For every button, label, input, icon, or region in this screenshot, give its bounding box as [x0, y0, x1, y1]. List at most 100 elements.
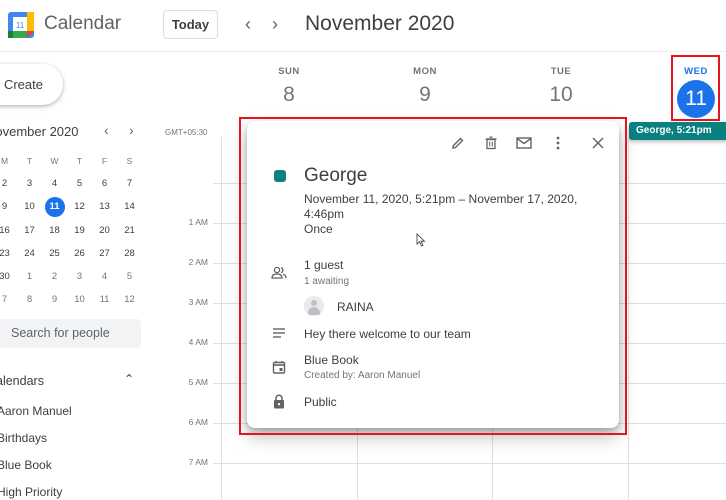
- mini-day[interactable]: 5: [67, 174, 92, 194]
- grid-column-divider: [221, 137, 222, 500]
- svg-text:11: 11: [16, 21, 25, 30]
- mini-day-number: 14: [124, 201, 135, 213]
- mini-day[interactable]: 9: [0, 197, 17, 217]
- mini-day[interactable]: 4: [92, 267, 117, 287]
- mini-week-row: 16 17 18 19 20 21: [0, 219, 142, 242]
- mini-day[interactable]: 30: [0, 267, 17, 287]
- mini-day[interactable]: 10: [17, 197, 42, 217]
- mini-week-row: 9 10 11 12 13 14: [0, 196, 142, 219]
- mini-prev-month-icon[interactable]: ‹: [104, 122, 109, 138]
- mini-day-number: 3: [26, 177, 33, 189]
- mini-day-number: 25: [49, 247, 60, 259]
- mini-day-number: 12: [124, 294, 135, 306]
- mini-day[interactable]: 10: [67, 290, 92, 310]
- hour-label: 1 AM: [188, 217, 208, 227]
- calendar-item[interactable]: Birthdays: [0, 431, 47, 445]
- day-header-sun[interactable]: SUN 8: [259, 66, 319, 107]
- mini-day[interactable]: 18: [42, 221, 67, 241]
- mini-day[interactable]: 13: [92, 197, 117, 217]
- hour-label: 2 AM: [188, 257, 208, 267]
- chevron-up-icon[interactable]: ⌃: [124, 372, 134, 386]
- mini-day-number: 6: [101, 177, 108, 189]
- mini-weekday-label: W: [50, 155, 59, 166]
- today-button[interactable]: Today: [163, 10, 218, 39]
- mini-day[interactable]: 17: [17, 221, 42, 241]
- timezone-label: GMT+05:30: [165, 128, 208, 137]
- mini-day[interactable]: 4: [42, 174, 67, 194]
- mini-day-number: 10: [24, 201, 35, 213]
- hour-label: 6 AM: [188, 417, 208, 427]
- mini-day[interactable]: 7: [117, 174, 142, 194]
- mini-day[interactable]: 9: [42, 290, 67, 310]
- mini-day-number: 11: [44, 197, 65, 218]
- day-header-mon[interactable]: MON 9: [395, 66, 455, 107]
- mini-day-number: 19: [74, 224, 85, 236]
- grid-column-divider: [628, 137, 629, 500]
- calendar-item[interactable]: High Priority: [0, 485, 62, 499]
- mini-day[interactable]: 23: [0, 244, 17, 264]
- hour-label: 7 AM: [188, 457, 208, 467]
- day-number[interactable]: 9: [395, 83, 455, 107]
- mini-day[interactable]: 2: [42, 267, 67, 287]
- my-calendars-heading[interactable]: alendars: [0, 374, 44, 388]
- mini-day-number: 30: [0, 271, 10, 283]
- mini-day[interactable]: 8: [17, 290, 42, 310]
- mini-day[interactable]: 2: [0, 174, 17, 194]
- mini-day[interactable]: 12: [117, 290, 142, 310]
- mini-day-number: 4: [51, 177, 58, 189]
- mini-day[interactable]: 3: [67, 267, 92, 287]
- mini-day[interactable]: 19: [67, 221, 92, 241]
- mini-day[interactable]: 26: [67, 244, 92, 264]
- chevron-right-icon[interactable]: ›: [266, 13, 284, 35]
- mini-day-number: 8: [26, 294, 33, 306]
- top-header: 11 Calendar Today ‹ › November 2020: [0, 0, 726, 52]
- annotation-highlight-today: [671, 55, 720, 121]
- mini-day[interactable]: 24: [17, 244, 42, 264]
- chevron-left-icon[interactable]: ‹: [239, 13, 257, 35]
- create-button-label: Create: [3, 77, 43, 92]
- mini-day[interactable]: 25: [42, 244, 67, 264]
- hour-gridline: [213, 463, 726, 464]
- mini-day-today[interactable]: 11: [42, 197, 67, 218]
- mini-day-number: 16: [0, 224, 10, 236]
- mini-day-number: 5: [76, 177, 83, 189]
- mini-day-number: 9: [51, 294, 58, 306]
- event-chip[interactable]: George, 5:21pm: [629, 122, 726, 140]
- mini-day-number: 28: [124, 247, 135, 259]
- mini-day[interactable]: 1: [17, 267, 42, 287]
- mini-next-month-icon[interactable]: ›: [129, 122, 134, 138]
- day-of-week: TUE: [550, 66, 572, 77]
- mini-day-number: 12: [74, 201, 85, 213]
- mini-day[interactable]: 5: [117, 267, 142, 287]
- mini-day[interactable]: 12: [67, 197, 92, 217]
- mini-day[interactable]: 14: [117, 197, 142, 217]
- calendar-logo-icon[interactable]: 11: [8, 12, 34, 38]
- mini-day-number: 26: [74, 247, 85, 259]
- mini-day[interactable]: 11: [92, 290, 117, 310]
- mini-day-number: 3: [76, 271, 83, 283]
- mini-day[interactable]: 20: [92, 221, 117, 241]
- mini-day-number: 18: [49, 224, 60, 236]
- mini-day[interactable]: 21: [117, 221, 142, 241]
- mini-week-row: 30 1 2 3 4 5: [0, 265, 142, 288]
- mini-day[interactable]: 7: [0, 290, 17, 310]
- search-people-input[interactable]: Search for people: [0, 319, 141, 348]
- mini-day-number: 7: [126, 177, 133, 189]
- mini-calendar-grid: MTWTFS 2 3 4 5 6 7 9 10 11 12 13 14 16 17 18 19 20 21 23 24…: [0, 149, 142, 312]
- mini-day[interactable]: 16: [0, 221, 17, 241]
- calendar-item[interactable]: Aaron Manuel: [0, 404, 72, 418]
- create-button[interactable]: Create: [0, 64, 63, 105]
- day-number[interactable]: 8: [259, 83, 319, 107]
- calendar-item[interactable]: Blue Book: [0, 458, 52, 472]
- mini-week-row: 23 24 25 26 27 28: [0, 242, 142, 265]
- current-month-title: November 2020: [305, 12, 455, 35]
- mini-day-number: 21: [124, 224, 135, 236]
- day-header-tue[interactable]: TUE 10: [531, 66, 591, 107]
- search-placeholder: Search for people: [11, 326, 110, 340]
- mini-day[interactable]: 6: [92, 174, 117, 194]
- mini-day[interactable]: 3: [17, 174, 42, 194]
- day-number[interactable]: 10: [531, 83, 591, 107]
- mini-day-number: 13: [99, 201, 110, 213]
- mini-day[interactable]: 27: [92, 244, 117, 264]
- mini-day[interactable]: 28: [117, 244, 142, 264]
